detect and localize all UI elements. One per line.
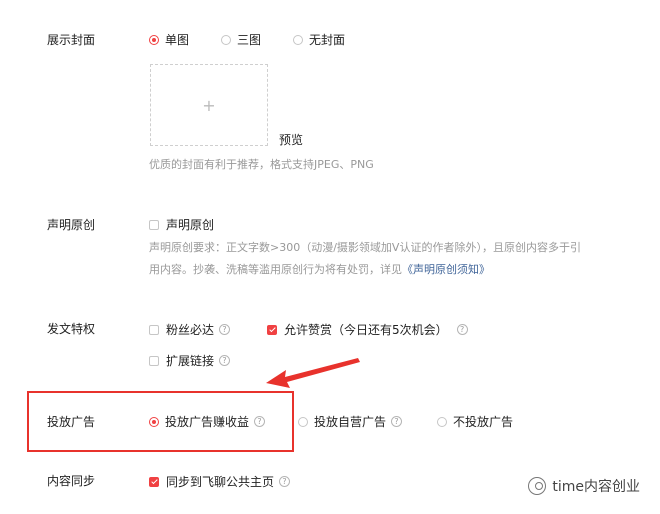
- red-arrow-icon: [266, 358, 360, 388]
- help-icon[interactable]: ?: [219, 324, 231, 335]
- checkbox-icon: [149, 219, 159, 230]
- sync-checkbox[interactable]: 同步到飞聊公共主页 ?: [149, 473, 291, 490]
- original-hint: 声明原创要求：正文字数>300（动漫/摄影领域加V认证的作者除外），且原创内容多…: [149, 237, 629, 281]
- cover-upload-box[interactable]: +: [150, 64, 268, 146]
- extend-link-label: 扩展链接: [166, 354, 215, 368]
- radio-icon: [298, 416, 308, 427]
- help-icon[interactable]: ?: [279, 476, 291, 487]
- help-icon[interactable]: ?: [391, 416, 403, 427]
- sync-checkbox-label: 同步到飞聊公共主页: [166, 475, 275, 489]
- declare-original-checkbox[interactable]: 声明原创: [149, 216, 214, 233]
- help-icon[interactable]: ?: [456, 324, 468, 335]
- help-icon[interactable]: ?: [254, 416, 266, 427]
- watermark-text: time内容创业: [552, 479, 640, 495]
- cover-label: 展示封面: [47, 33, 96, 47]
- extend-link-checkbox[interactable]: 扩展链接 ?: [149, 352, 231, 369]
- cover-option-single-label: 单图: [165, 33, 190, 47]
- original-label: 声明原创: [47, 218, 96, 232]
- ads-option-self-label: 投放自营广告: [314, 415, 387, 429]
- allow-reward-checkbox[interactable]: 允许赞赏（今日还有5次机会） ?: [267, 321, 468, 338]
- fans-only-label: 粉丝必达: [166, 323, 215, 337]
- preview-link[interactable]: 预览: [279, 131, 303, 148]
- wechat-logo-icon: [528, 477, 547, 495]
- checkbox-icon: [149, 355, 159, 366]
- ads-option-earn-label: 投放广告赚收益: [165, 415, 250, 429]
- original-rules-link[interactable]: 《声明原创须知》: [402, 263, 490, 276]
- checkbox-checked-icon: [267, 324, 277, 335]
- privilege-label: 发文特权: [47, 322, 96, 336]
- radio-icon: [293, 34, 303, 45]
- fans-only-checkbox[interactable]: 粉丝必达 ?: [149, 321, 231, 338]
- original-hint-line2: 用内容。抄袭、洗稿等滥用原创行为将有处罚，详见《声明原创须知》: [149, 259, 629, 281]
- watermark: time内容创业: [528, 476, 640, 496]
- declare-original-label: 声明原创: [166, 218, 215, 232]
- cover-option-single[interactable]: 单图: [149, 31, 189, 48]
- ads-option-earn[interactable]: 投放广告赚收益 ?: [149, 413, 266, 430]
- help-icon[interactable]: ?: [219, 355, 231, 366]
- ads-label: 投放广告: [47, 415, 96, 429]
- cover-hint: 优质的封面有利于推荐，格式支持JPEG、PNG: [149, 158, 374, 171]
- ads-option-none[interactable]: 不投放广告: [437, 413, 513, 430]
- sync-label: 内容同步: [47, 474, 96, 488]
- ads-option-self[interactable]: 投放自营广告 ?: [298, 413, 403, 430]
- original-hint-line1: 声明原创要求：正文字数>300（动漫/摄影领域加V认证的作者除外），且原创内容多…: [149, 241, 581, 254]
- radio-selected-icon: [149, 34, 159, 45]
- ads-option-none-label: 不投放广告: [453, 415, 514, 429]
- radio-selected-icon: [149, 416, 159, 427]
- radio-icon: [437, 416, 447, 427]
- plus-icon: +: [202, 95, 216, 115]
- cover-option-three-label: 三图: [237, 33, 262, 47]
- cover-option-three[interactable]: 三图: [221, 31, 261, 48]
- radio-icon: [221, 34, 231, 45]
- article-settings-page: 展示封面 单图 三图 无封面 + 预览 优质的封面有利于推荐，格式支持JPEG、…: [0, 0, 660, 514]
- allow-reward-label: 允许赞赏（今日还有5次机会）: [284, 323, 448, 337]
- checkbox-checked-icon: [149, 476, 159, 487]
- original-hint-line2-text: 用内容。抄袭、洗稿等滥用原创行为将有处罚，详见: [149, 263, 402, 276]
- checkbox-icon: [149, 324, 159, 335]
- cover-option-none[interactable]: 无封面: [293, 31, 345, 48]
- cover-option-none-label: 无封面: [309, 33, 346, 47]
